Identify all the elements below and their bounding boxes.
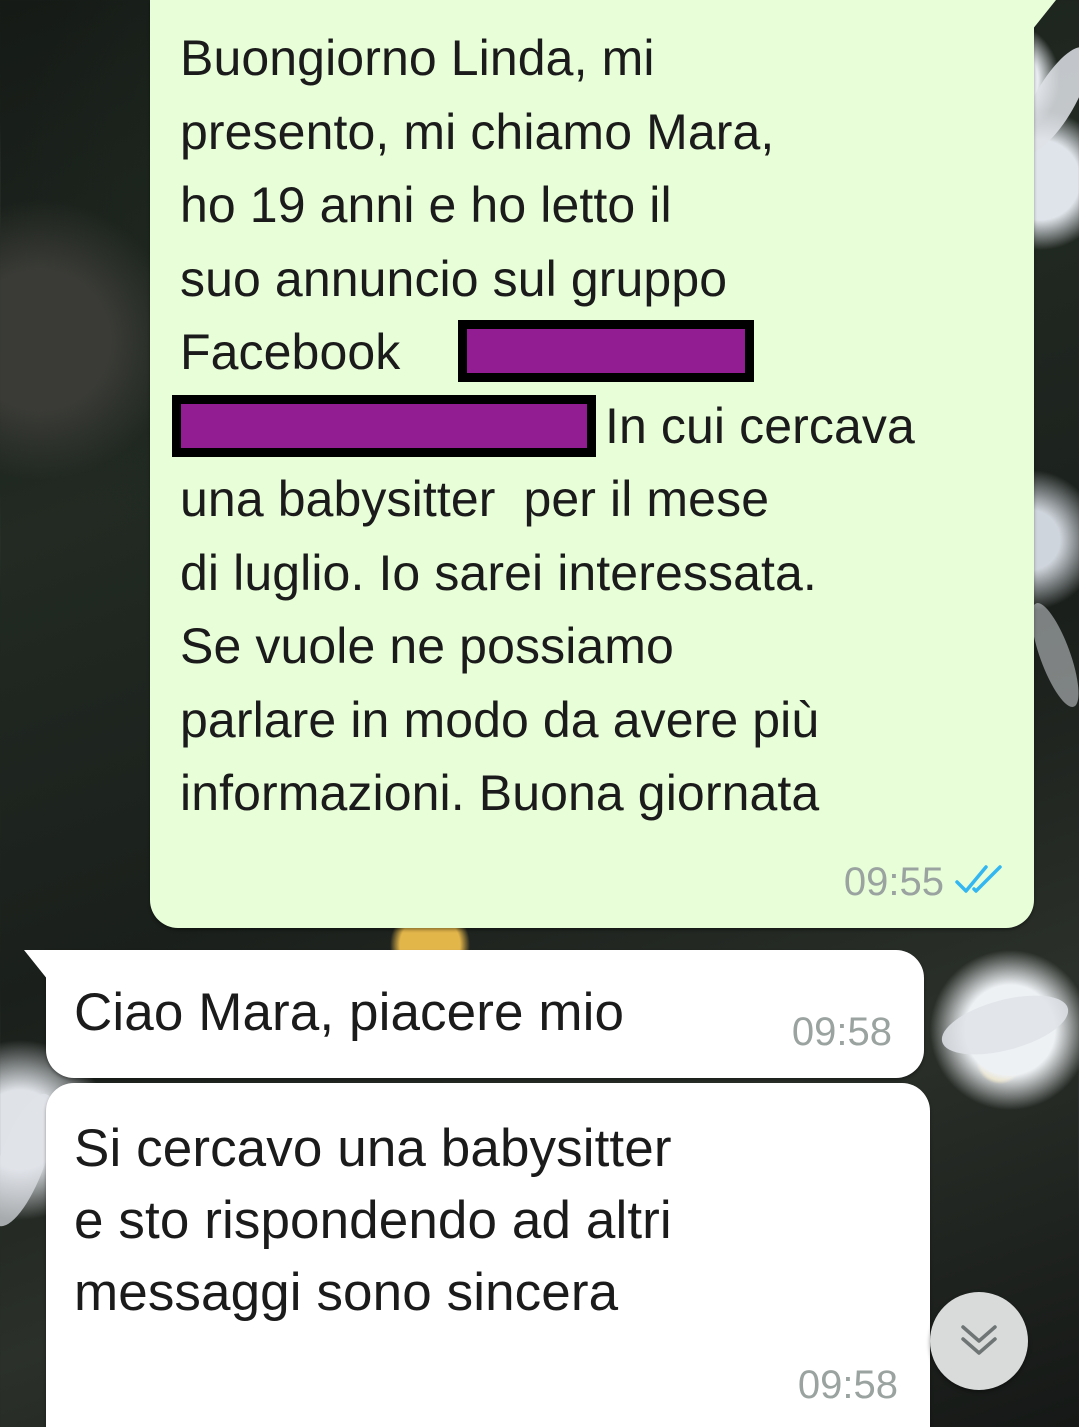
message-line: una babysitter per il mese bbox=[180, 471, 770, 527]
redaction-box bbox=[172, 395, 596, 457]
message-line: informazioni. Buona giornata bbox=[180, 765, 820, 821]
message-line: Si cercavo una babysitter bbox=[74, 1119, 672, 1178]
message-line: Se vuole ne possiamo bbox=[180, 618, 674, 674]
incoming-message-bubble[interactable]: Ciao Mara, piacere mio 09:58 bbox=[24, 950, 924, 1078]
message-text: Si cercavo una babysitter e sto risponden… bbox=[74, 1113, 874, 1329]
incoming-message-bubble[interactable]: Si cercavo una babysitter e sto risponden… bbox=[46, 1083, 930, 1427]
message-line: messaggi sono sincera bbox=[74, 1263, 619, 1322]
scroll-to-bottom-button[interactable] bbox=[930, 1292, 1028, 1390]
message-line: presento, mi chiamo Mara, bbox=[180, 103, 775, 160]
message-time: 09:55 bbox=[843, 860, 944, 904]
message-line: e sto rispondendo ad altri bbox=[74, 1191, 672, 1250]
double-chevron-down-icon bbox=[961, 1325, 997, 1355]
message-line: Buongiorno Linda, mi bbox=[180, 30, 655, 86]
redaction-box bbox=[458, 320, 754, 382]
message-line: suo annuncio sul gruppo bbox=[180, 250, 728, 307]
message-line: di luglio. Io sarei interessata. bbox=[180, 544, 817, 601]
wallpaper-flower bbox=[935, 984, 1075, 1066]
outgoing-message-bubble[interactable]: Buongiorno Linda, mi presento, mi chiamo … bbox=[150, 0, 1056, 928]
message-time: 09:58 bbox=[791, 1010, 892, 1054]
message-time: 09:58 bbox=[797, 1363, 898, 1407]
message-line: parlare in modo da avere più bbox=[180, 691, 820, 748]
bubble-tail bbox=[24, 950, 48, 980]
double-check-icon bbox=[955, 865, 1002, 893]
bubble-tail bbox=[1032, 0, 1056, 30]
message-line: ho 19 anni e ho letto il bbox=[180, 177, 672, 233]
message-text: Ciao Mara, piacere mio bbox=[74, 983, 625, 1042]
